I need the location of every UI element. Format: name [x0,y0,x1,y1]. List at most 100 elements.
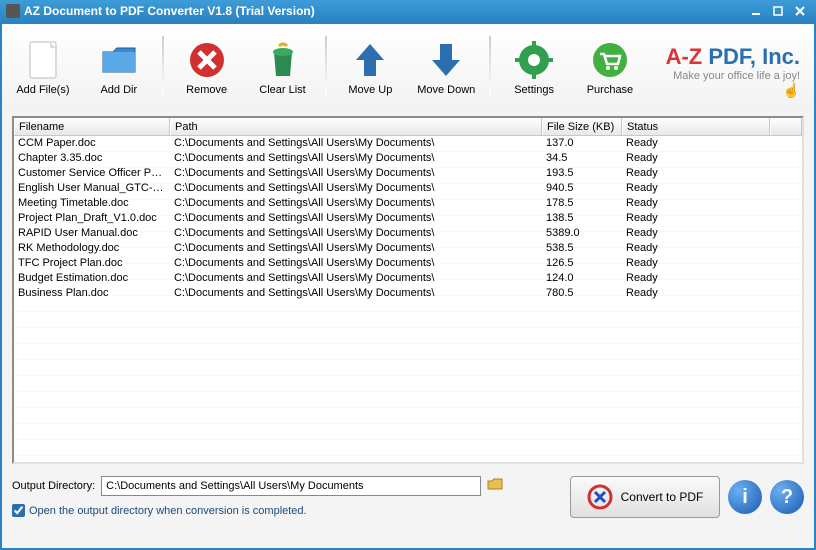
close-icon [794,6,806,16]
table-row[interactable]: Project Plan_Draft_V1.0.docC:\Documents … [14,211,802,226]
table-row[interactable]: English User Manual_GTC-71...C:\Document… [14,181,802,196]
cell-path: C:\Documents and Settings\All Users\My D… [170,136,542,151]
column-filename[interactable]: Filename [14,118,170,135]
cell-filename: Business Plan.doc [14,286,170,301]
add-dir-button[interactable]: Add Dir [86,32,152,110]
browse-folder-button[interactable] [487,477,507,495]
settings-button[interactable]: Settings [501,32,567,110]
cell-path: C:\Documents and Settings\All Users\My D… [170,256,542,271]
remove-button[interactable]: Remove [174,32,240,110]
move-up-button[interactable]: Move Up [337,32,403,110]
table-row[interactable]: Meeting Timetable.docC:\Documents and Se… [14,196,802,211]
remove-label: Remove [186,84,227,96]
app-icon [6,4,20,18]
help-icon: ? [781,486,793,509]
table-row[interactable]: Customer Service Officer PD....C:\Docume… [14,166,802,181]
add-files-button[interactable]: Add File(s) [10,32,76,110]
cell-path: C:\Documents and Settings\All Users\My D… [170,166,542,181]
bottom-panel: Output Directory: Open the output direct… [2,468,814,526]
cell-size: 538.5 [542,241,622,256]
column-size[interactable]: File Size (KB) [542,118,622,135]
cell-status: Ready [622,136,770,151]
open-dir-label: Open the output directory when conversio… [29,505,307,517]
cell-path: C:\Documents and Settings\All Users\My D… [170,226,542,241]
minimize-icon [750,6,762,16]
cell-status: Ready [622,256,770,271]
cell-path: C:\Documents and Settings\All Users\My D… [170,181,542,196]
folder-icon [97,38,141,82]
window-title: AZ Document to PDF Converter V1.8 (Trial… [24,4,315,18]
cell-filename: English User Manual_GTC-71... [14,181,170,196]
clear-list-button[interactable]: Clear List [250,32,316,110]
toolbar-separator [325,36,327,96]
close-button[interactable] [790,3,810,19]
cell-path: C:\Documents and Settings\All Users\My D… [170,271,542,286]
cell-size: 178.5 [542,196,622,211]
titlebar[interactable]: AZ Document to PDF Converter V1.8 (Trial… [0,0,816,22]
cell-filename: RAPID User Manual.doc [14,226,170,241]
table-row[interactable]: Chapter 3.35.docC:\Documents and Setting… [14,151,802,166]
convert-button[interactable]: Convert to PDF [570,476,720,518]
cell-filename: CCM Paper.doc [14,136,170,151]
convert-icon [587,484,613,510]
arrow-down-icon [424,38,468,82]
clear-list-label: Clear List [259,84,305,96]
cell-size: 137.0 [542,136,622,151]
maximize-icon [772,6,784,16]
table-row[interactable]: RK Methodology.docC:\Documents and Setti… [14,241,802,256]
cell-status: Ready [622,226,770,241]
info-icon: i [742,486,748,509]
table-row[interactable]: CCM Paper.docC:\Documents and Settings\A… [14,136,802,151]
cell-size: 138.5 [542,211,622,226]
file-table: Filename Path File Size (KB) Status CCM … [12,116,804,464]
table-body: CCM Paper.docC:\Documents and Settings\A… [14,136,802,464]
move-down-label: Move Down [417,84,475,96]
file-icon [21,38,65,82]
settings-label: Settings [514,84,554,96]
add-files-label: Add File(s) [16,84,69,96]
table-row[interactable]: Business Plan.docC:\Documents and Settin… [14,286,802,301]
column-status[interactable]: Status [622,118,770,135]
cell-size: 780.5 [542,286,622,301]
cell-filename: TFC Project Plan.doc [14,256,170,271]
cell-status: Ready [622,166,770,181]
brand-tagline: Make your office life a joy! [673,70,800,82]
cell-status: Ready [622,286,770,301]
cart-icon [588,38,632,82]
column-path[interactable]: Path [170,118,542,135]
table-row[interactable]: Budget Estimation.docC:\Documents and Se… [14,271,802,286]
add-dir-label: Add Dir [100,84,137,96]
cell-filename: Project Plan_Draft_V1.0.doc [14,211,170,226]
maximize-button[interactable] [768,3,788,19]
cell-status: Ready [622,271,770,286]
column-extra[interactable] [770,118,802,135]
output-dir-label: Output Directory: [12,480,95,492]
move-down-button[interactable]: Move Down [413,32,479,110]
cell-path: C:\Documents and Settings\All Users\My D… [170,241,542,256]
folder-open-icon [487,477,505,491]
minimize-button[interactable] [746,3,766,19]
cell-size: 940.5 [542,181,622,196]
table-row[interactable]: TFC Project Plan.docC:\Documents and Set… [14,256,802,271]
toolbar: Add File(s) Add Dir Remove Clear List [2,24,814,112]
cell-filename: Chapter 3.35.doc [14,151,170,166]
open-dir-checkbox[interactable] [12,504,25,517]
cell-status: Ready [622,151,770,166]
output-dir-input[interactable] [101,476,481,496]
info-button[interactable]: i [728,480,762,514]
toolbar-separator [489,36,491,96]
table-header: Filename Path File Size (KB) Status [14,118,802,136]
move-up-label: Move Up [348,84,392,96]
toolbar-separator [162,36,164,96]
cell-status: Ready [622,196,770,211]
purchase-button[interactable]: Purchase [577,32,643,110]
cell-path: C:\Documents and Settings\All Users\My D… [170,151,542,166]
cell-filename: Meeting Timetable.doc [14,196,170,211]
cell-path: C:\Documents and Settings\All Users\My D… [170,211,542,226]
help-button[interactable]: ? [770,480,804,514]
cell-size: 124.0 [542,271,622,286]
brand-logo: A-Z PDF, Inc. Make your office life a jo… [653,44,806,99]
brand-rest: PDF, Inc. [702,44,800,69]
cell-filename: Budget Estimation.doc [14,271,170,286]
table-row[interactable]: RAPID User Manual.docC:\Documents and Se… [14,226,802,241]
